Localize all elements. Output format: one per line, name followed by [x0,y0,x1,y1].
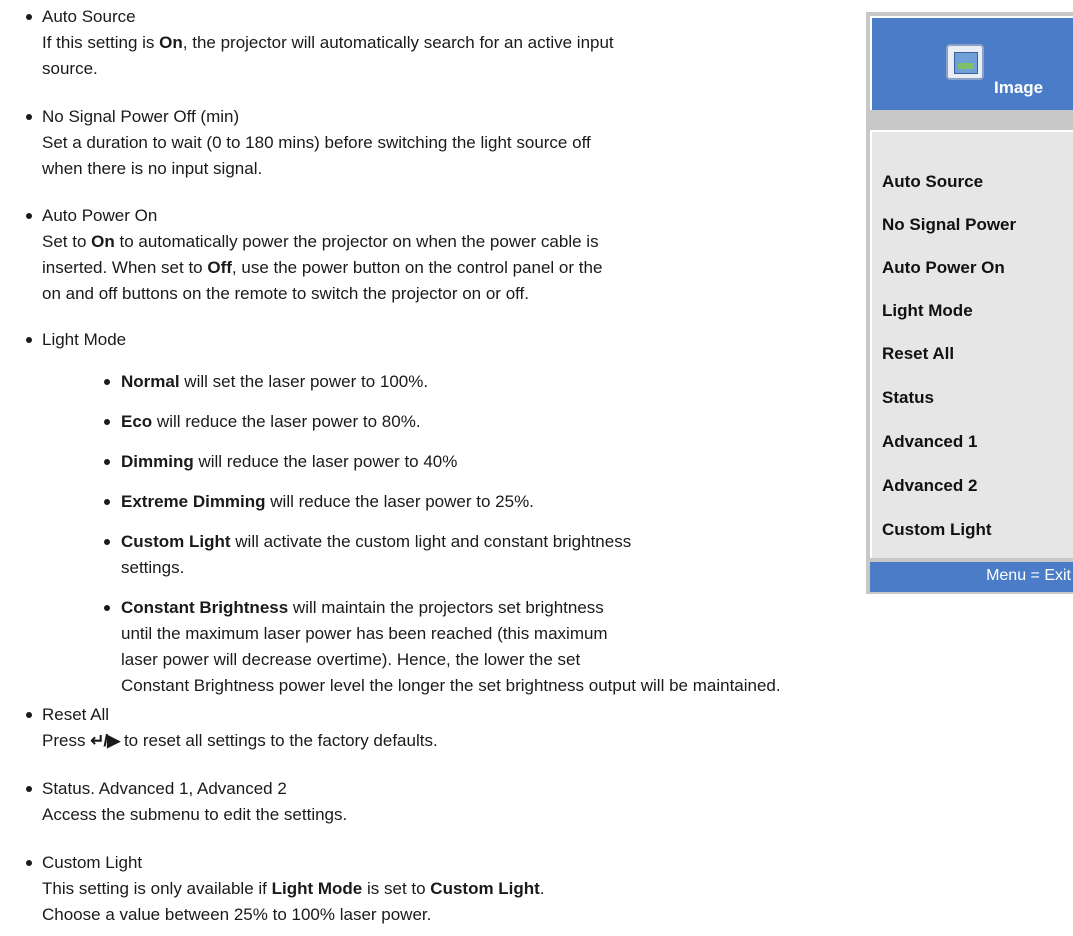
item-description: Access the submenu to edit the settings. [42,805,348,824]
bullet-icon [26,860,32,866]
item-title: Auto Power On [42,206,158,225]
item-title: No Signal Power Off (min) [42,107,240,126]
bullet-icon [26,712,32,718]
bullet-icon [26,337,32,343]
menu-title: Image [994,78,1044,97]
menu-item-reset-all[interactable]: Reset All [882,344,954,364]
osd-menu: Image Auto Source No Signal Power Auto P… [866,12,1073,594]
page: Auto Source If this setting is On, the p… [0,0,1073,936]
item-description: This setting is only available if Light … [42,879,545,898]
item-title: Status. Advanced 1, Advanced 2 [42,779,287,798]
item-description: Press ↵/▶ to reset all settings to the f… [42,731,438,750]
bullet-icon [26,213,32,219]
menu-item-advanced-1[interactable]: Advanced 1 [882,432,977,452]
menu-item-advanced-2[interactable]: Advanced 2 [882,476,977,496]
menu-item-auto-power-on[interactable]: Auto Power On [882,258,1005,278]
bullet-icon [104,459,110,465]
bullet-icon [26,14,32,20]
item-title: Custom Light [42,853,143,872]
menu-header: Image [870,16,1073,110]
item-title: Reset All [42,705,110,724]
item-description-cont: inserted. When set to Off, use the power… [42,258,603,277]
bullet-icon [104,499,110,505]
menu-item-auto-source[interactable]: Auto Source [882,172,983,192]
enter-play-icon: ↵/▶ [90,731,120,750]
menu-item-light-mode[interactable]: Light Mode [882,301,973,321]
menu-item-custom-light[interactable]: Custom Light [882,520,992,540]
image-icon [946,44,984,80]
item-description: If this setting is On, the projector wil… [42,33,614,52]
menu-item-status[interactable]: Status [882,388,934,408]
menu-body: Auto Source No Signal Power Auto Power O… [870,130,1073,558]
item-description-cont: source. [42,59,98,78]
item-description-cont: Choose a value between 25% to 100% laser… [42,905,432,924]
bullet-icon [104,605,110,611]
item-title: Auto Source [42,7,136,26]
menu-footer: Menu = Exit [870,562,1073,592]
menu-item-no-signal-power[interactable]: No Signal Power [882,215,1016,235]
bullet-icon [104,379,110,385]
item-title: Light Mode [42,330,127,349]
bullet-icon [26,786,32,792]
menu-exit-hint: Menu = Exit [986,567,1071,584]
item-description-cont: on and off buttons on the remote to swit… [42,284,530,303]
bullet-icon [104,419,110,425]
bullet-icon [104,539,110,545]
item-description: Set a duration to wait (0 to 180 mins) b… [42,133,591,152]
bullet-icon [26,114,32,120]
item-description-cont: when there is no input signal. [42,159,263,178]
item-description: Set to On to automatically power the pro… [42,232,599,251]
